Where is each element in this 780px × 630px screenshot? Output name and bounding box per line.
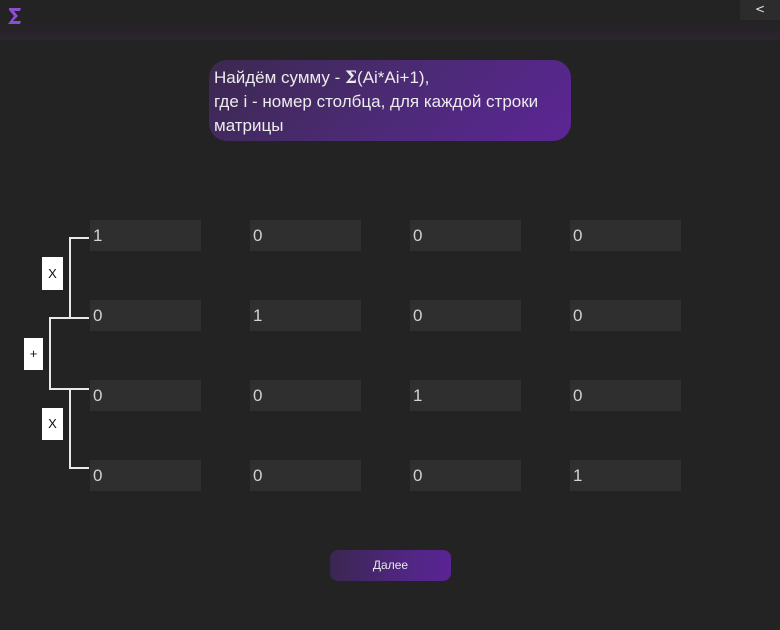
back-button[interactable]: < [740,0,780,20]
titlebar [0,0,780,40]
matrix-cell-r2-c4[interactable] [570,300,681,331]
matrix-cell-r3-c1[interactable] [90,380,201,411]
task-line-1: Найдём сумму - Σ(Ai*Ai+1), [214,66,561,90]
multiply-operator-bottom[interactable]: X [42,408,63,440]
bracket-pairs [49,317,71,390]
matrix-cell-r1-c4[interactable] [570,220,681,251]
next-button[interactable]: Далее [330,550,451,581]
task-line-1-prefix: Найдём сумму - [214,68,345,87]
sigma-symbol: Σ [345,68,358,88]
matrix-cell-r3-c2[interactable] [250,380,361,411]
app-window: < Найдём сумму - Σ(Ai*Ai+1), где i - ном… [0,0,780,630]
multiply-operator-top[interactable]: X [42,257,63,290]
matrix-cell-r1-c3[interactable] [410,220,521,251]
bracket-rows-3-4 [69,388,89,469]
matrix-cell-r4-c3[interactable] [410,460,521,491]
matrix-cell-r2-c1[interactable] [90,300,201,331]
matrix-cell-r4-c1[interactable] [90,460,201,491]
matrix-cell-r2-c2[interactable] [250,300,361,331]
sigma-logo-icon [8,8,21,24]
matrix-cell-r4-c2[interactable] [250,460,361,491]
matrix-cell-r3-c3[interactable] [410,380,521,411]
task-line-2: где i - номер столбца, для каждой строки [214,92,539,111]
matrix-cell-r1-c2[interactable] [250,220,361,251]
task-description: Найдём сумму - Σ(Ai*Ai+1), где i - номер… [209,60,571,141]
matrix-cell-r1-c1[interactable] [90,220,201,251]
task-line-1-suffix: (Ai*Ai+1), [357,68,430,87]
matrix-cell-r2-c3[interactable] [410,300,521,331]
task-line-3: матрицы [214,116,284,135]
matrix-cell-r3-c4[interactable] [570,380,681,411]
matrix-cell-r4-c4[interactable] [570,460,681,491]
bracket-rows-1-2 [69,237,89,319]
plus-operator[interactable]: + [24,338,43,370]
